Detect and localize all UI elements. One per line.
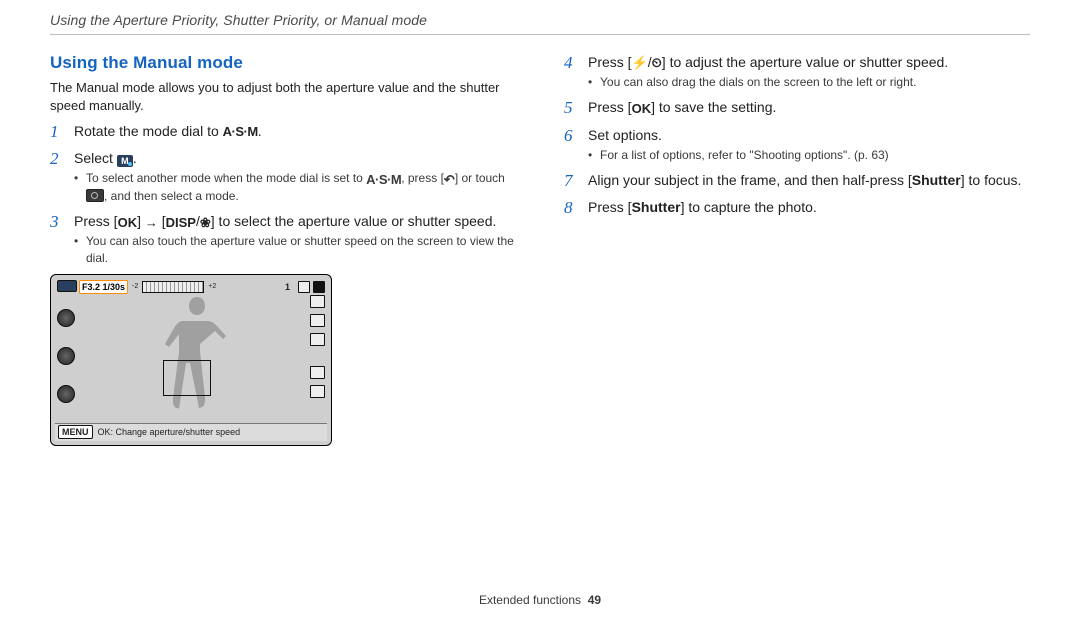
disp-icon: DISP	[166, 214, 196, 232]
step-4-note: You can also drag the dials on the scree…	[588, 74, 1030, 90]
page-number: 49	[588, 593, 601, 607]
af-area-icon	[163, 360, 211, 396]
ev-minus: -2	[132, 283, 138, 290]
asm-icon: A·S·M	[223, 123, 258, 141]
step-3: 3 Press [OK] → [DISP/❀] to select the ap…	[50, 212, 516, 266]
ev-scale-icon	[142, 281, 204, 293]
exposure-readout: F3.2 1/30s	[79, 280, 128, 294]
shots-remaining: 1	[285, 282, 295, 292]
menu-button: MENU	[58, 425, 93, 439]
step-3-note: You can also touch the aperture value or…	[74, 233, 516, 265]
right-column: 4 Press [⚡/⏲] to adjust the aperture val…	[564, 53, 1030, 593]
asm-icon: A·S·M	[366, 171, 401, 189]
lcd-left-icon-1	[57, 309, 75, 327]
section-title: Using the Manual mode	[50, 53, 516, 73]
step-7: 7 Align your subject in the frame, and t…	[564, 171, 1030, 190]
step-8: 8 Press [Shutter] to capture the photo.	[564, 198, 1030, 217]
step-4: 4 Press [⚡/⏲] to adjust the aperture val…	[564, 53, 1030, 90]
battery-icon	[313, 281, 325, 293]
step-6: 6 Set options. For a list of options, re…	[564, 126, 1030, 163]
step-5: 5 Press [OK] to save the setting.	[564, 98, 1030, 117]
step-1-text-b: .	[258, 123, 262, 139]
card-icon	[298, 281, 310, 293]
m-mode-icon: M	[117, 155, 133, 167]
step-6-note: For a list of options, refer to "Shootin…	[588, 147, 1030, 163]
shutter-label: Shutter	[912, 172, 961, 188]
lcd-right-icon-1	[310, 295, 325, 308]
lcd-right-icon-3	[310, 333, 325, 346]
page-footer: Extended functions 49	[50, 593, 1030, 607]
step-2: 2 Select M. To select another mode when …	[50, 149, 516, 204]
camera-icon	[86, 189, 104, 202]
ok-icon: OK	[118, 214, 138, 232]
left-column: Using the Manual mode The Manual mode al…	[50, 53, 516, 593]
back-icon: ↶	[444, 171, 455, 189]
lcd-right-icon-5	[310, 385, 325, 398]
lcd-right-icon-2	[310, 314, 325, 327]
step-2-text: Select	[74, 150, 117, 166]
arrow-right-icon: →	[145, 214, 158, 232]
lcd-left-icon-3	[57, 385, 75, 403]
running-header: Using the Aperture Priority, Shutter Pri…	[50, 0, 1030, 35]
intro-paragraph: The Manual mode allows you to adjust bot…	[50, 79, 516, 114]
footer-label: Extended functions	[479, 593, 581, 607]
camera-lcd-figure: F3.2 1/30s -2 +2 1	[50, 274, 332, 446]
mode-badge-icon	[57, 280, 77, 292]
flash-icon: ⚡	[632, 54, 648, 72]
lcd-right-icon-4	[310, 366, 325, 379]
macro-icon: ❀	[200, 214, 211, 232]
lcd-left-icon-2	[57, 347, 75, 365]
lcd-hint: OK: Change aperture/shutter speed	[98, 427, 241, 437]
ok-icon: OK	[632, 100, 652, 118]
timer-icon: ⏲	[652, 54, 662, 72]
shutter-label: Shutter	[632, 199, 681, 215]
step-2-note: To select another mode when the mode dia…	[74, 170, 516, 204]
step-1-text-a: Rotate the mode dial to	[74, 123, 223, 139]
ev-plus: +2	[208, 283, 216, 290]
step-1: 1 Rotate the mode dial to A·S·M.	[50, 122, 516, 141]
